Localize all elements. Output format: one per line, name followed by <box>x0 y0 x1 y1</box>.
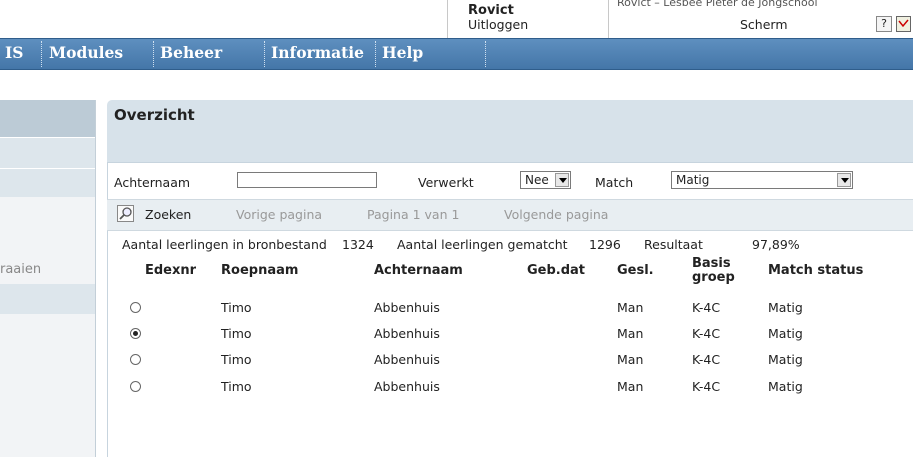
panel-header <box>107 100 913 162</box>
nav-item-modules[interactable]: Modules <box>49 39 123 69</box>
nav-separator <box>485 41 486 67</box>
row-radio[interactable] <box>130 302 141 313</box>
gematcht-value: 1296 <box>589 237 621 252</box>
column-header-gesl[interactable]: Gesl. <box>617 263 654 278</box>
nav-separator <box>264 41 265 67</box>
column-header-basis-groep[interactable]: Basis groep <box>692 257 735 285</box>
column-header-achternaam[interactable]: Achternaam <box>374 263 463 278</box>
row-radio[interactable] <box>130 328 141 339</box>
match-select[interactable]: Matig <box>671 171 853 189</box>
page-title: Overzicht <box>114 106 195 124</box>
cell-gesl: Man <box>617 326 644 341</box>
row-radio[interactable] <box>130 354 141 365</box>
cell-gesl: Man <box>617 379 644 394</box>
column-header-edexnr[interactable]: Edexnr <box>145 263 196 278</box>
user-name: Rovict <box>468 3 514 18</box>
match-label: Match <box>595 175 634 190</box>
cell-match-status: Matig <box>768 379 803 394</box>
cell-achternaam: Abbenhuis <box>374 379 440 394</box>
sidebar-border <box>95 100 96 457</box>
nav-separator <box>153 41 154 67</box>
header-divider <box>608 0 609 38</box>
resultaat-value: 97,89% <box>752 237 800 252</box>
verwerkt-select-value: Nee <box>525 173 549 187</box>
column-header-match-status[interactable]: Match status <box>768 263 863 278</box>
cell-roepnaam: Timo <box>221 326 252 341</box>
cell-gesl: Man <box>617 352 644 367</box>
column-header-groep: groep <box>692 270 735 285</box>
verwerkt-label: Verwerkt <box>418 175 474 190</box>
cell-groep: K-4C <box>692 326 721 341</box>
verwerkt-select[interactable]: Nee <box>520 171 571 189</box>
cell-roepnaam: Timo <box>221 300 252 315</box>
bronbestand-label: Aantal leerlingen in bronbestand <box>122 237 327 252</box>
page-indicator: Pagina 1 van 1 <box>367 207 460 222</box>
nav-item-informatie[interactable]: Informatie <box>271 39 364 69</box>
prev-page-button[interactable]: Vorige pagina <box>236 207 322 222</box>
resultaat-label: Resultaat <box>644 237 703 252</box>
school-name: Rovict – Lesbee Pieter de Jongschool <box>617 0 818 8</box>
cell-match-status: Matig <box>768 326 803 341</box>
sidebar-item[interactable] <box>0 284 96 314</box>
nav-item-help[interactable]: Help <box>382 39 423 69</box>
match-select-value: Matig <box>676 173 710 187</box>
cell-achternaam: Abbenhuis <box>374 300 440 315</box>
cell-groep: K-4C <box>692 300 721 315</box>
divider <box>107 162 913 163</box>
row-radio[interactable] <box>130 381 141 392</box>
cell-gesl: Man <box>617 300 644 315</box>
gematcht-label: Aantal leerlingen gematcht <box>397 237 568 252</box>
logout-link[interactable]: Uitloggen <box>468 17 528 32</box>
chevron-down-icon[interactable] <box>837 173 851 187</box>
nav-separator <box>41 41 42 67</box>
scherm-label[interactable]: Scherm <box>740 17 788 32</box>
achternaam-input[interactable] <box>237 172 377 188</box>
sidebar-link[interactable]: raaien <box>0 262 41 277</box>
cell-achternaam: Abbenhuis <box>374 326 440 341</box>
chevron-down-icon[interactable] <box>555 173 569 187</box>
column-header-gebdat[interactable]: Geb.dat <box>527 263 585 278</box>
header-divider <box>447 0 448 38</box>
nav-item-is[interactable]: IS <box>5 39 23 69</box>
main-navigation: IS Modules Beheer Informatie Help <box>0 38 913 70</box>
column-header-roepnaam[interactable]: Roepnaam <box>221 263 298 278</box>
help-button[interactable]: ? <box>876 16 892 32</box>
cell-roepnaam: Timo <box>221 379 252 394</box>
mail-icon[interactable] <box>896 16 911 32</box>
sidebar-header <box>0 100 96 137</box>
next-page-button[interactable]: Volgende pagina <box>504 207 608 222</box>
cell-groep: K-4C <box>692 379 721 394</box>
column-header-basis: Basis <box>692 256 731 271</box>
cell-achternaam: Abbenhuis <box>374 352 440 367</box>
cell-match-status: Matig <box>768 300 803 315</box>
cell-roepnaam: Timo <box>221 352 252 367</box>
nav-separator <box>375 41 376 67</box>
cell-match-status: Matig <box>768 352 803 367</box>
search-icon[interactable] <box>117 205 134 222</box>
nav-item-beheer[interactable]: Beheer <box>160 39 222 69</box>
cell-groep: K-4C <box>692 352 721 367</box>
achternaam-label: Achternaam <box>114 175 191 190</box>
sidebar-item[interactable] <box>0 137 96 168</box>
sidebar-item[interactable] <box>0 168 96 197</box>
search-button[interactable]: Zoeken <box>145 207 191 222</box>
bronbestand-value: 1324 <box>342 237 374 252</box>
